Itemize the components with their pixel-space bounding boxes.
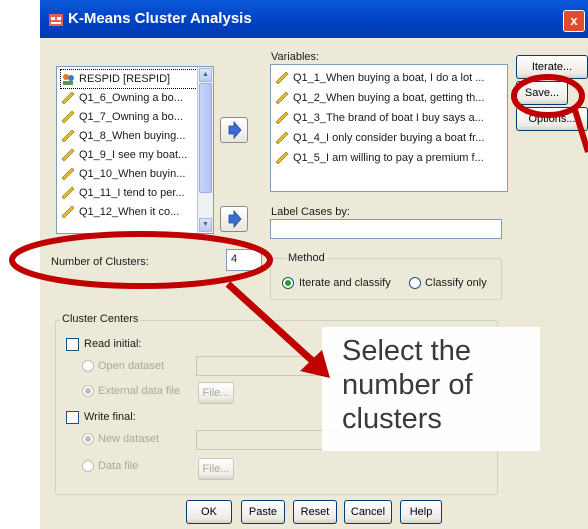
save-arrow-line (572, 109, 588, 153)
annotation-overlay (9, 74, 588, 378)
annotation-arrow-line (225, 281, 321, 369)
save-highlight-ellipse (511, 74, 585, 118)
clusters-highlight-ellipse (9, 231, 273, 289)
